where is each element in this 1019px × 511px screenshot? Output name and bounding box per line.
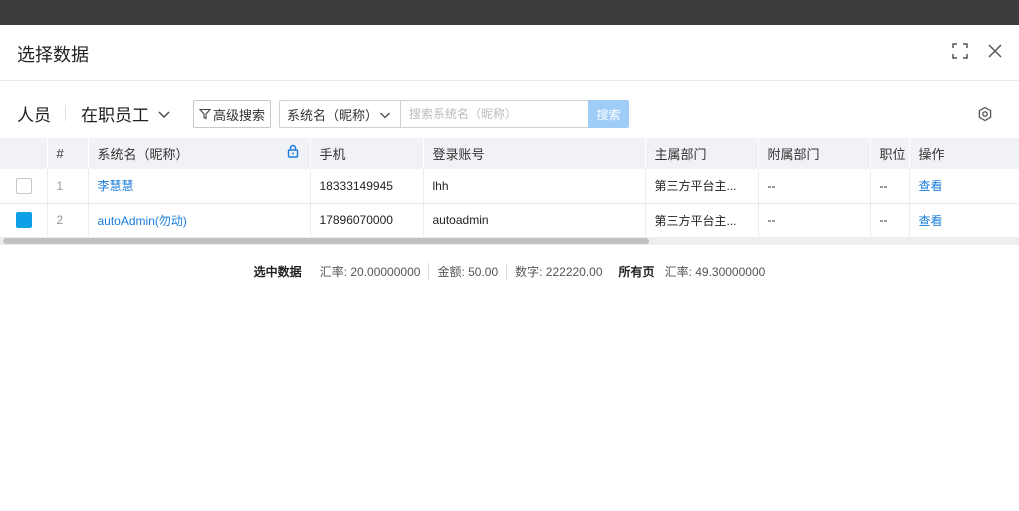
search-input[interactable] (400, 100, 589, 128)
close-icon[interactable] (986, 42, 1004, 60)
row-name-link[interactable]: 李慧慧 (98, 179, 134, 193)
row-checkbox-cell (0, 169, 48, 204)
row-sub-dept: -- (758, 203, 871, 238)
row-checkbox-cell (0, 203, 48, 238)
chevron-down-icon (380, 112, 390, 119)
lock-icon[interactable] (286, 144, 300, 158)
row-account: autoadmin (423, 203, 646, 238)
row-action: 查看 (909, 203, 1019, 238)
row-account: lhh (423, 169, 646, 204)
row-phone: 17896070000 (310, 203, 424, 238)
table-row[interactable]: 1 李慧慧 18333149945 lhh 第三方平台主... -- -- 查看 (0, 169, 1019, 204)
header-checkbox-cell (0, 138, 48, 169)
column-header-index: # (47, 138, 89, 169)
fullscreen-icon[interactable] (951, 42, 969, 60)
scrollbar-thumb[interactable] (3, 238, 649, 244)
row-name: 李慧慧 (88, 169, 311, 204)
column-header-sub-dept: 附属部门 (758, 138, 871, 169)
row-position: -- (870, 169, 910, 204)
table-row[interactable]: 2 autoAdmin(勿动) 17896070000 autoadmin 第三… (0, 203, 1019, 238)
advanced-search-label: 高级搜索 (212, 107, 265, 123)
selected-data-label: 选中数据 (253, 265, 302, 279)
dialog-header: 选择数据 (0, 25, 1019, 81)
column-header-dept: 主属部门 (645, 138, 759, 169)
row-sub-dept: -- (758, 169, 871, 204)
search-field-select[interactable]: 系统名（昵称） (279, 100, 401, 128)
column-header-phone: 手机 (310, 138, 424, 169)
search-field-label: 系统名（昵称） (287, 107, 379, 123)
table-header-row: # 系统名（昵称） 手机 登录账号 主属部门 附属部门 职位 操作 (0, 138, 1019, 169)
view-link[interactable]: 查看 (919, 214, 943, 228)
row-name: autoAdmin(勿动) (88, 203, 311, 238)
filter-icon (198, 108, 211, 120)
toolbar-title: 人员 (17, 106, 51, 125)
select-data-dialog: 选择数据 人员 在职员工 高级搜索 系统名（昵称） 搜索系统名（昵称） 搜索 #… (0, 25, 1019, 511)
search-button[interactable]: 搜索 (588, 100, 629, 128)
row-name-link[interactable]: autoAdmin(勿动) (98, 214, 187, 228)
employee-status-dropdown[interactable]: 在职员工 (81, 101, 171, 126)
row-index: 2 (47, 203, 89, 238)
column-header-action: 操作 (909, 138, 1019, 169)
row-position: -- (870, 203, 910, 238)
settings-icon[interactable] (977, 106, 993, 122)
view-link[interactable]: 查看 (919, 179, 943, 193)
selected-number: 数字: 222220.00 (515, 265, 603, 279)
chevron-down-icon (158, 111, 170, 118)
selected-rate: 汇率: 20.00000000 (312, 263, 430, 280)
data-table: # 系统名（昵称） 手机 登录账号 主属部门 附属部门 职位 操作 1 李慧慧 … (0, 138, 1019, 238)
row-index: 1 (47, 169, 89, 204)
column-header-name[interactable]: 系统名（昵称） (88, 138, 311, 169)
column-header-name-label: 系统名（昵称） (97, 147, 189, 162)
dialog-title: 选择数据 (17, 45, 89, 65)
row-dept: 第三方平台主... (645, 203, 759, 238)
all-pages-rate: 汇率: 49.30000000 (664, 265, 766, 279)
row-action: 查看 (909, 169, 1019, 204)
horizontal-scrollbar[interactable] (0, 237, 1019, 245)
row-checkbox[interactable] (16, 212, 32, 228)
column-header-account: 登录账号 (423, 138, 646, 169)
row-dept: 第三方平台主... (645, 169, 759, 204)
toolbar-divider (65, 105, 66, 121)
summary-bar: 选中数据 汇率: 20.00000000 金额: 50.00 数字: 22222… (0, 263, 1019, 280)
employee-status-label: 在职员工 (81, 106, 149, 125)
column-header-position: 职位 (870, 138, 910, 169)
selected-amount: 金额: 50.00 (429, 263, 508, 280)
row-checkbox[interactable] (16, 177, 32, 194)
toolbar: 人员 在职员工 高级搜索 系统名（昵称） 搜索 (0, 97, 1019, 133)
row-phone: 18333149945 (310, 169, 424, 204)
advanced-search-button[interactable]: 高级搜索 (193, 100, 271, 128)
all-pages-label: 所有页 (618, 265, 655, 279)
